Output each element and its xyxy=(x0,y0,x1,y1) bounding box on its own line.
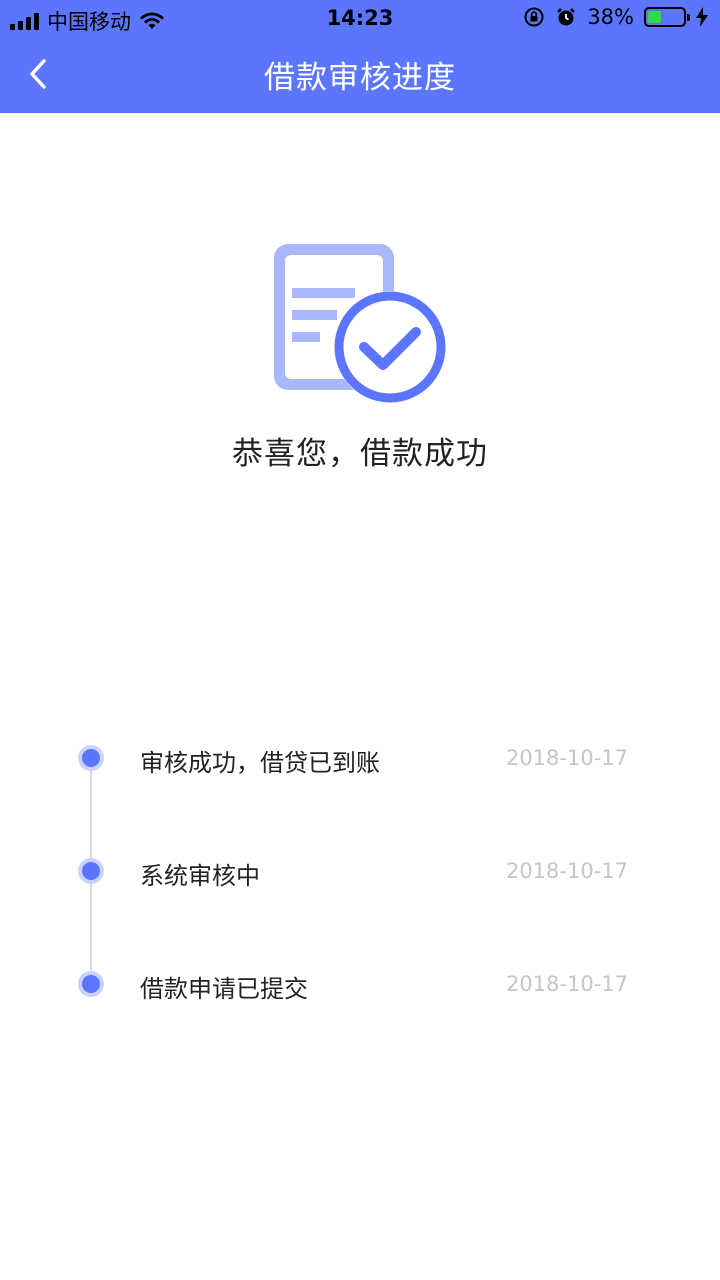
page-title: 借款审核进度 xyxy=(264,60,456,96)
battery-level xyxy=(648,11,661,23)
timeline-item-submitted: 借款申请已提交 2018-10-17 xyxy=(0,954,720,1014)
rotation-lock-icon xyxy=(524,7,544,27)
status-bar: 中国移动 14:23 38% xyxy=(0,0,720,38)
alarm-icon xyxy=(557,8,576,26)
timeline-item-approved: 审核成功，借贷已到账 2018-10-17 xyxy=(0,728,720,788)
timeline-item-reviewing: 系统审核中 2018-10-17 xyxy=(0,841,720,901)
timeline-label: 审核成功，借贷已到账 xyxy=(140,749,380,777)
timeline-date: 2018-10-17 xyxy=(505,859,628,883)
timeline-label: 系统审核中 xyxy=(140,862,260,890)
battery-percent: 38% xyxy=(587,5,634,29)
timeline-date: 2018-10-17 xyxy=(505,746,628,770)
app-header: 中国移动 14:23 38% 借款审核进度 xyxy=(0,0,720,113)
success-message: 恭喜您，借款成功 xyxy=(232,436,488,472)
document-check-icon xyxy=(270,240,450,408)
battery-icon xyxy=(644,7,690,27)
timeline-dot xyxy=(78,745,104,771)
charging-bolt-icon xyxy=(696,7,708,27)
status-right: 38% xyxy=(523,5,708,29)
timeline-date: 2018-10-17 xyxy=(505,972,628,996)
timeline-label: 借款申请已提交 xyxy=(140,975,308,1003)
timeline-dot xyxy=(78,858,104,884)
timeline-dot xyxy=(78,971,104,997)
nav-bar: 借款审核进度 xyxy=(0,38,720,113)
